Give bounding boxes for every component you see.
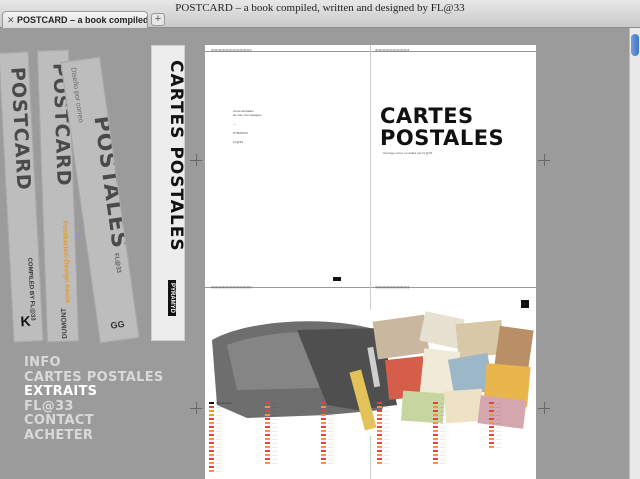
nav-item-extraits[interactable]: EXTRAITS	[24, 384, 164, 400]
book-spine-cartes-postales: CARTES POSTALES PYRAMYD	[151, 45, 185, 341]
spine-subtitle: Postkarten-Design heute	[60, 220, 71, 304]
colophon-text: Communication au nom d'un designer — PYR…	[233, 109, 262, 144]
nav-item-acheter[interactable]: ACHETER	[24, 428, 164, 444]
crop-mark	[544, 154, 545, 166]
scrollbar-thumb[interactable]	[631, 34, 639, 56]
new-tab-button[interactable]: +	[151, 13, 165, 26]
spine-title: POSTCARD	[6, 66, 35, 192]
main-nav: INFO CARTES POSTALES EXTRAITS FL@33 CONT…	[24, 355, 164, 444]
publisher-logo: K	[20, 312, 32, 330]
spine-subtitle: Diseño por correo	[69, 67, 85, 124]
book-page-preview: ||||||||||||||||||||||||||||||||||||||||…	[205, 45, 536, 479]
publisher-logo: PYRAMYD	[168, 280, 176, 317]
publisher-logo: DUMONT	[60, 307, 69, 339]
registration-mark	[521, 300, 529, 308]
spine-small-text: FL@33	[112, 252, 122, 274]
spine-title: POSTALES	[88, 114, 132, 251]
crop-mark	[544, 402, 545, 414]
page-title: CARTES POSTALES	[380, 104, 505, 150]
crop-mark	[196, 154, 197, 166]
registration-mark	[333, 277, 341, 281]
publisher-logo: GG	[109, 318, 126, 331]
browser-window: POSTCARD – a book compiled, written and …	[0, 0, 640, 479]
close-tab-icon[interactable]: ✕	[7, 12, 17, 28]
nav-item-contact[interactable]: CONTACT	[24, 413, 164, 429]
spine-title: CARTES POSTALES	[166, 60, 185, 252]
nav-item-cartes-postales[interactable]: CARTES POSTALES	[24, 370, 164, 386]
tab-label: POSTCARD – a book compiled, ...	[17, 15, 148, 25]
page-subtitle: Ouvrage conçu et réalisé par FL@33	[383, 151, 433, 155]
spine-subtitle: COMPILED BY FL@33	[26, 257, 36, 321]
title-bar: POSTCARD – a book compiled, written and …	[0, 0, 640, 28]
nav-item-fl33[interactable]: FL@33	[24, 399, 164, 415]
nav-item-info[interactable]: INFO	[24, 355, 164, 371]
book-spine-postcard: POSTCARD COMPILED BY FL@33 K	[0, 51, 44, 343]
vertical-scrollbar[interactable]	[629, 28, 640, 479]
crop-mark	[196, 402, 197, 414]
browser-tab[interactable]: ✕ POSTCARD – a book compiled, ...	[2, 11, 148, 28]
